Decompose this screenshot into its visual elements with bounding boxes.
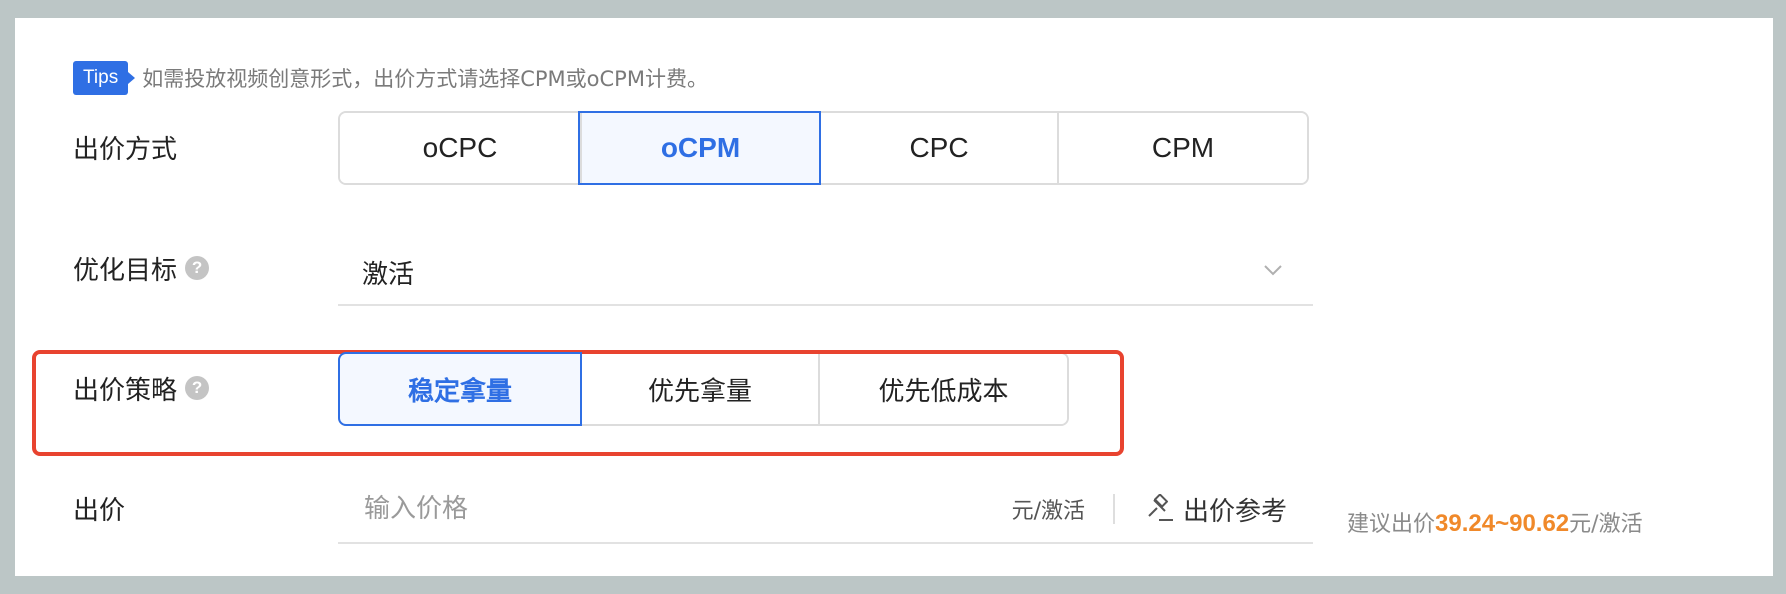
chevron-down-icon <box>1264 265 1282 276</box>
suggested-bid: 建议出价39.24~90.62元/激活 <box>1347 506 1643 538</box>
suggest-suffix: 元/激活 <box>1569 512 1643 537</box>
bid-strategy-priority-volume-button[interactable]: 优先拿量 <box>580 354 818 424</box>
bid-method-selector: oCPC oCPM CPC CPM <box>338 111 1309 185</box>
bid-method-label: 出价方式 <box>73 122 177 172</box>
optimization-goal-value: 激活 <box>362 259 415 290</box>
bid-price-field: 元/激活 出价参考 <box>338 476 1313 544</box>
bid-method-label-text: 出价方式 <box>73 134 178 165</box>
question-circle-icon[interactable]: ? <box>185 376 210 400</box>
bid-strategy-stable-button[interactable]: 稳定拿量 <box>338 352 582 426</box>
bid-method-ocpc-button[interactable]: oCPC <box>340 113 580 183</box>
bid-settings-card: Tips 如需投放视频创意形式，出价方式请选择CPM或oCPM计费。 出价方式 … <box>15 18 1773 576</box>
gavel-icon <box>1148 494 1173 521</box>
optimization-goal-select[interactable]: 激活 <box>338 240 1313 306</box>
bid-price-input[interactable] <box>362 493 926 525</box>
bid-method-cpc-button[interactable]: CPC <box>819 113 1057 183</box>
suggest-prefix: 建议出价 <box>1347 512 1436 537</box>
bid-strategy-label-text: 出价策略 <box>73 375 178 406</box>
tips-text: 如需投放视频创意形式，出价方式请选择CPM或oCPM计费。 <box>142 67 708 91</box>
optimization-goal-label: 优化目标 ? <box>73 243 210 293</box>
optimization-goal-label-text: 优化目标 <box>73 255 178 286</box>
bid-label: 出价 <box>73 483 125 533</box>
bid-unit: 元/激活 <box>1011 499 1085 524</box>
divider <box>1113 494 1115 524</box>
bid-strategy-label: 出价策略 ? <box>73 363 210 413</box>
bid-label-text: 出价 <box>73 495 126 526</box>
bid-reference-label: 出价参考 <box>1182 496 1287 527</box>
tips-bar: Tips 如需投放视频创意形式，出价方式请选择CPM或oCPM计费。 <box>73 61 708 95</box>
bid-strategy-selector: 稳定拿量 优先拿量 优先低成本 <box>338 352 1069 426</box>
bid-method-ocpm-button[interactable]: oCPM <box>578 111 821 185</box>
bid-strategy-low-cost-button[interactable]: 优先低成本 <box>818 354 1067 424</box>
bid-method-cpm-button[interactable]: CPM <box>1057 113 1307 183</box>
question-circle-icon[interactable]: ? <box>185 256 210 280</box>
tips-badge: Tips <box>73 61 136 95</box>
suggest-range: 39.24~90.62 <box>1435 510 1570 537</box>
bid-reference-button[interactable]: 出价参考 <box>1145 491 1287 528</box>
